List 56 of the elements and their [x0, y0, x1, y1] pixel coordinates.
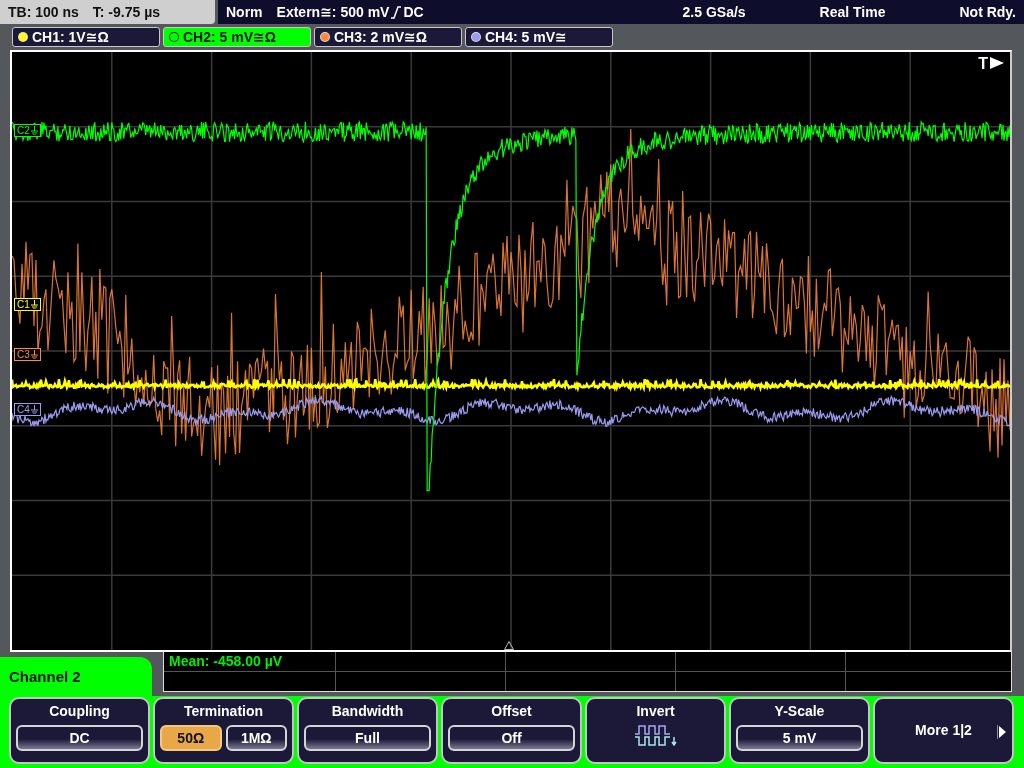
softkey-label: Bandwidth [331, 703, 404, 719]
ground-icon [30, 405, 38, 414]
channel-marker[interactable]: C1 [14, 298, 41, 311]
marker-label: C4 [17, 404, 30, 415]
trigger-time: T: -9.75 µs [92, 4, 161, 20]
channel-marker[interactable]: C4 [14, 403, 41, 416]
value-button[interactable]: 5 mV [736, 725, 863, 751]
timebase: TB: 100 ns [8, 4, 79, 20]
softkey-panel[interactable]: Y-Scale 5 mV [729, 697, 870, 764]
rising-edge-icon [391, 5, 402, 19]
channel-tab[interactable]: CH1: 1V≅Ω [12, 27, 160, 47]
ground-icon [30, 350, 38, 359]
marker-label: C2 [17, 125, 30, 136]
softkey-panel[interactable]: Offset Off [441, 697, 582, 764]
channel-label: CH2: 5 mV≅Ω [183, 29, 276, 45]
channel-marker[interactable]: C2 [14, 124, 41, 137]
softkey-label: More 1|2 [915, 722, 972, 738]
channel-tab[interactable]: CH3: 2 mV≅Ω [314, 27, 462, 47]
trigger-mode: Norm [226, 4, 263, 20]
value-button[interactable]: Off [448, 725, 575, 751]
value-button[interactable]: DC [16, 725, 143, 751]
channel-marker[interactable]: C3 [14, 348, 41, 361]
softkey-label: Termination [183, 703, 264, 719]
trigger-label: T [978, 55, 988, 73]
channel-label: CH1: 1V≅Ω [32, 29, 109, 45]
channel-label: CH3: 2 mV≅Ω [334, 29, 427, 45]
softkey-label: Y-Scale [774, 703, 825, 719]
softkey-panel[interactable]: Invert [585, 697, 726, 764]
marker-label: C3 [17, 349, 30, 360]
trigger-source: Extern≅: 500 mV [276, 4, 390, 20]
softkey-label: Offset [491, 703, 532, 719]
value-button[interactable]: Full [304, 725, 431, 751]
softkey-label: Invert [636, 703, 675, 719]
acquisition-mode: Real Time [819, 4, 886, 20]
channel-tab[interactable]: CH2: 5 mV≅Ω [163, 27, 311, 47]
option-button[interactable]: 50Ω [160, 725, 222, 751]
softkey-panel[interactable]: Bandwidth Full [297, 697, 438, 764]
sample-rate: 2.5 GSa/s [682, 4, 746, 20]
option-button[interactable]: 1MΩ [225, 725, 287, 751]
next-page-icon [997, 725, 1006, 739]
measurement-value: Mean: -458.00 µV [169, 652, 284, 671]
more-button[interactable]: More 1|2 [873, 697, 1014, 764]
status-text: Not Rdy. [959, 4, 1016, 20]
invert-signal-icon [634, 725, 677, 747]
softkey-panel[interactable]: Coupling DC [9, 697, 150, 764]
ground-icon [30, 300, 38, 309]
menu-title: Channel 2 [0, 657, 152, 696]
marker-label: C1 [17, 299, 30, 310]
softkey-panel[interactable]: Termination 50Ω 1MΩ [153, 697, 294, 764]
trigger-coupling: DC [403, 4, 424, 20]
channel-tab[interactable]: CH4: 5 mV≅ [465, 27, 613, 47]
ground-icon [30, 126, 38, 135]
channel-label: CH4: 5 mV≅ [485, 29, 567, 45]
softkey-label: Coupling [49, 703, 110, 719]
trigger-position-icon [504, 641, 514, 650]
trigger-arrow-icon [990, 57, 1004, 69]
